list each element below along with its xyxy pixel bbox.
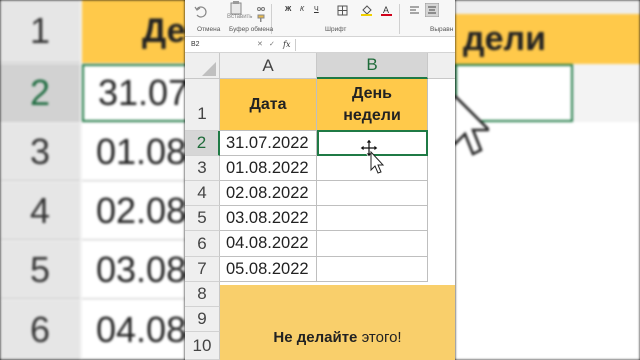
- bg-cell-2: 01.08: [82, 123, 185, 181]
- borders-icon[interactable]: [337, 5, 348, 16]
- bg-row-header-4: 4: [0, 182, 80, 240]
- ribbon-group-align: Выравн: [430, 26, 454, 33]
- date-cell[interactable]: 31.07.2022: [220, 131, 317, 156]
- ribbon-group-clipboard: Буфер обмена: [229, 26, 274, 33]
- header-cell-date[interactable]: Дата: [220, 79, 317, 131]
- ribbon-group-undo: Отмена: [197, 26, 221, 33]
- date-cell[interactable]: 02.08.2022: [220, 181, 317, 206]
- bg-row-header-1: 1: [0, 0, 80, 63]
- bg-cell-1: 31.07: [82, 64, 185, 122]
- enter-icon[interactable]: ✓: [269, 40, 275, 48]
- font-color-icon[interactable]: A: [381, 4, 392, 16]
- bg-cell-4: 03.08: [82, 241, 185, 299]
- bg-right-header: дели: [455, 14, 640, 64]
- italic-icon[interactable]: К: [300, 6, 304, 13]
- bg-row-header-5: 5: [0, 241, 80, 299]
- weekday-header-line1: День: [352, 84, 392, 102]
- select-all-corner[interactable]: [185, 53, 220, 79]
- paste-label[interactable]: Вставить: [227, 14, 252, 20]
- date-cell[interactable]: 04.08.2022: [220, 231, 317, 257]
- bg-row-header-2: 2: [0, 64, 80, 122]
- pointer-cursor-icon: [455, 94, 489, 156]
- date-cell[interactable]: 05.08.2022: [220, 257, 317, 282]
- weekday-cell[interactable]: [317, 257, 428, 282]
- banner-text-rest: этого!: [357, 329, 402, 346]
- name-box[interactable]: B2: [191, 41, 200, 48]
- bold-icon[interactable]: Ж: [285, 6, 291, 13]
- column-header-row: A B: [185, 53, 455, 79]
- banner-text-bold: Не делайте: [273, 329, 358, 346]
- svg-text:A: A: [383, 5, 389, 15]
- ribbon: Вставить Ж К Ч A Отмена Буфер обмена Шри…: [185, 0, 455, 37]
- row-header-4[interactable]: 4: [185, 181, 220, 206]
- column-header-b[interactable]: B: [317, 53, 428, 79]
- paste-icon[interactable]: [229, 1, 243, 15]
- cut-icon[interactable]: [257, 3, 265, 11]
- weekday-header-line2: недели: [343, 106, 401, 124]
- banner-text: Не делайте этого!: [220, 329, 455, 346]
- background-zoom-right: дели: [455, 0, 640, 360]
- date-cell[interactable]: 01.08.2022: [220, 156, 317, 181]
- excel-window: Вставить Ж К Ч A Отмена Буфер обмена Шри…: [185, 0, 455, 360]
- row-header-7[interactable]: 7: [185, 257, 220, 282]
- weekday-cell[interactable]: [317, 206, 428, 231]
- formula-bar: B2 ✕ ✓ fx: [185, 37, 455, 53]
- row-header-2[interactable]: 2: [185, 131, 220, 156]
- bg-header-cell: Де: [82, 0, 185, 63]
- row-header-1[interactable]: 1: [185, 79, 220, 131]
- formula-input[interactable]: [295, 39, 451, 51]
- cancel-icon[interactable]: ✕: [257, 40, 263, 48]
- column-header-a[interactable]: A: [220, 53, 317, 79]
- format-painter-icon[interactable]: [257, 14, 266, 23]
- align-left-icon[interactable]: [409, 5, 420, 15]
- weekday-cell[interactable]: [317, 231, 428, 257]
- row-header-5[interactable]: 5: [185, 206, 220, 231]
- row-header-9[interactable]: 9: [185, 307, 220, 332]
- underline-icon[interactable]: Ч: [314, 6, 319, 13]
- background-zoom-left: 1 Де 2 31.07 3 01.08 4 02.08 5 03.08 6 0…: [0, 0, 185, 360]
- bg-cell-3: 02.08: [82, 182, 185, 240]
- move-cursor-icon: [359, 138, 385, 174]
- ribbon-group-font: Шрифт: [325, 26, 347, 33]
- warning-banner: Не делайте этого!: [220, 285, 455, 360]
- row-header-6[interactable]: 6: [185, 231, 220, 257]
- bg-row-header-3: 3: [0, 123, 80, 181]
- row-header-10[interactable]: 10: [185, 332, 220, 360]
- bg-row-header-6: 6: [0, 300, 80, 360]
- header-cell-weekday[interactable]: День недели: [317, 79, 428, 131]
- weekday-cell[interactable]: [317, 181, 428, 206]
- fx-icon[interactable]: fx: [283, 40, 290, 49]
- date-cell[interactable]: 03.08.2022: [220, 206, 317, 231]
- align-center-icon[interactable]: [425, 3, 439, 17]
- row-header-8[interactable]: 8: [185, 282, 220, 307]
- bg-cell-5: 04.08: [82, 300, 185, 360]
- fill-color-icon[interactable]: [361, 4, 372, 16]
- row-header-3[interactable]: 3: [185, 156, 220, 181]
- undo-icon[interactable]: [193, 3, 209, 19]
